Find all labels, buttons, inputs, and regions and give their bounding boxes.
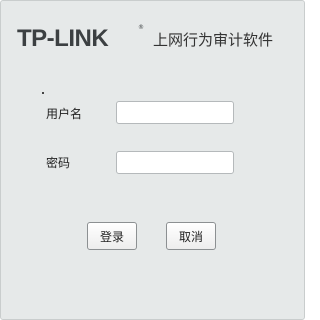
cancel-button[interactable]: 取消 <box>166 222 216 250</box>
decorative-dot <box>42 92 44 94</box>
username-input[interactable] <box>116 101 234 124</box>
username-label: 用户名 <box>46 107 83 121</box>
tp-link-logo: TP-LINK <box>17 25 109 52</box>
password-label: 密码 <box>46 156 71 170</box>
trademark-mark: ® <box>138 24 144 31</box>
login-button[interactable]: 登录 <box>87 222 137 250</box>
login-panel: TP-LINK ® 上网行为审计软件 用户名 密码 登录 取消 <box>0 0 305 320</box>
password-input[interactable] <box>116 151 234 174</box>
product-title: 上网行为审计软件 <box>153 31 274 49</box>
